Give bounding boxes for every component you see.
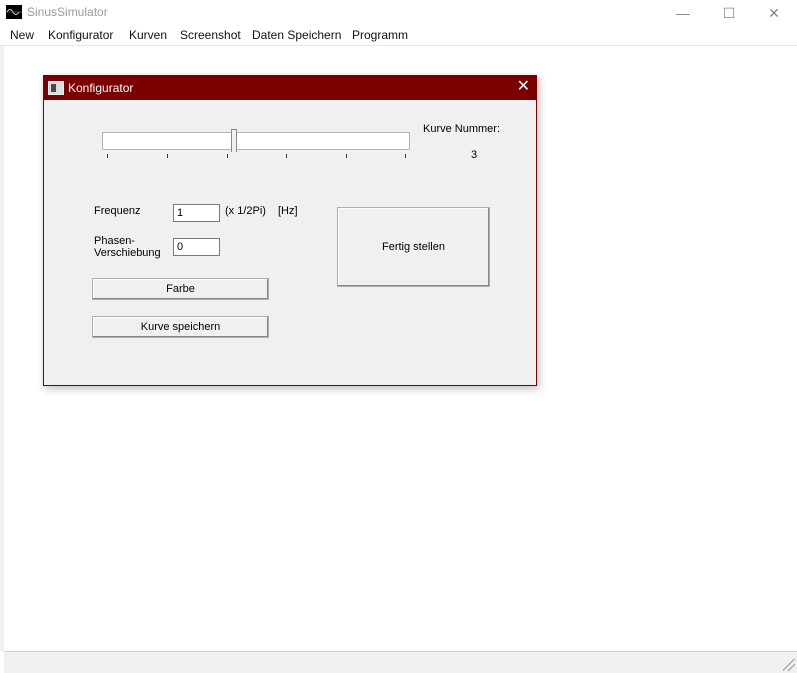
phase-label-line1: Phasen-: [94, 235, 135, 247]
frequenz-input[interactable]: 1: [173, 204, 220, 222]
kurve-speichern-button[interactable]: Kurve speichern: [92, 316, 269, 338]
slider-tick: [107, 154, 108, 158]
maximize-icon[interactable]: ☐: [706, 0, 752, 26]
slider-tick: [405, 154, 406, 158]
menu-kurven[interactable]: Kurven: [129, 28, 167, 42]
fertig-stellen-button[interactable]: Fertig stellen: [337, 207, 490, 287]
resize-grip-icon[interactable]: [783, 659, 795, 671]
menu-konfigurator[interactable]: Konfigurator: [48, 28, 113, 42]
dialog-title: Konfigurator: [68, 81, 134, 95]
window-title: SinusSimulator: [27, 5, 108, 19]
slider-tick: [227, 154, 228, 158]
menu-bar: New Konfigurator Kurven Screenshot Daten…: [0, 26, 797, 46]
app-icon: [6, 5, 22, 19]
dialog-titlebar: Konfigurator ✕: [44, 76, 536, 100]
menu-screenshot[interactable]: Screenshot: [180, 28, 241, 42]
farbe-button[interactable]: Farbe: [92, 278, 269, 300]
status-bar: [4, 651, 797, 673]
minimize-icon[interactable]: —: [660, 0, 706, 26]
close-icon[interactable]: ✕: [751, 0, 797, 26]
curve-slider-thumb[interactable]: [231, 129, 237, 152]
slider-tick: [346, 154, 347, 158]
konfigurator-dialog: Konfigurator ✕ Kurve Nummer: 3 Frequenz …: [43, 75, 537, 386]
window-titlebar: SinusSimulator — ☐ ✕: [0, 0, 797, 26]
slider-tick: [167, 154, 168, 158]
slider-tick: [286, 154, 287, 158]
dialog-close-icon[interactable]: ✕: [517, 78, 530, 96]
curve-slider-track[interactable]: [102, 132, 410, 150]
menu-daten-speichern[interactable]: Daten Speichern: [252, 28, 341, 42]
kurve-nummer-label: Kurve Nummer:: [423, 123, 501, 135]
dialog-icon: [48, 81, 64, 95]
frequenz-unit-hz: [Hz]: [278, 205, 298, 217]
frequenz-unit-factor: (x 1/2Pi): [225, 205, 266, 217]
kurve-nummer-value: 3: [471, 149, 478, 161]
frequenz-label: Frequenz: [94, 205, 141, 217]
menu-programm[interactable]: Programm: [352, 28, 408, 42]
phase-input[interactable]: 0: [173, 238, 220, 256]
phase-label-line2: Verschiebung: [94, 247, 161, 259]
menu-new[interactable]: New: [10, 28, 34, 42]
